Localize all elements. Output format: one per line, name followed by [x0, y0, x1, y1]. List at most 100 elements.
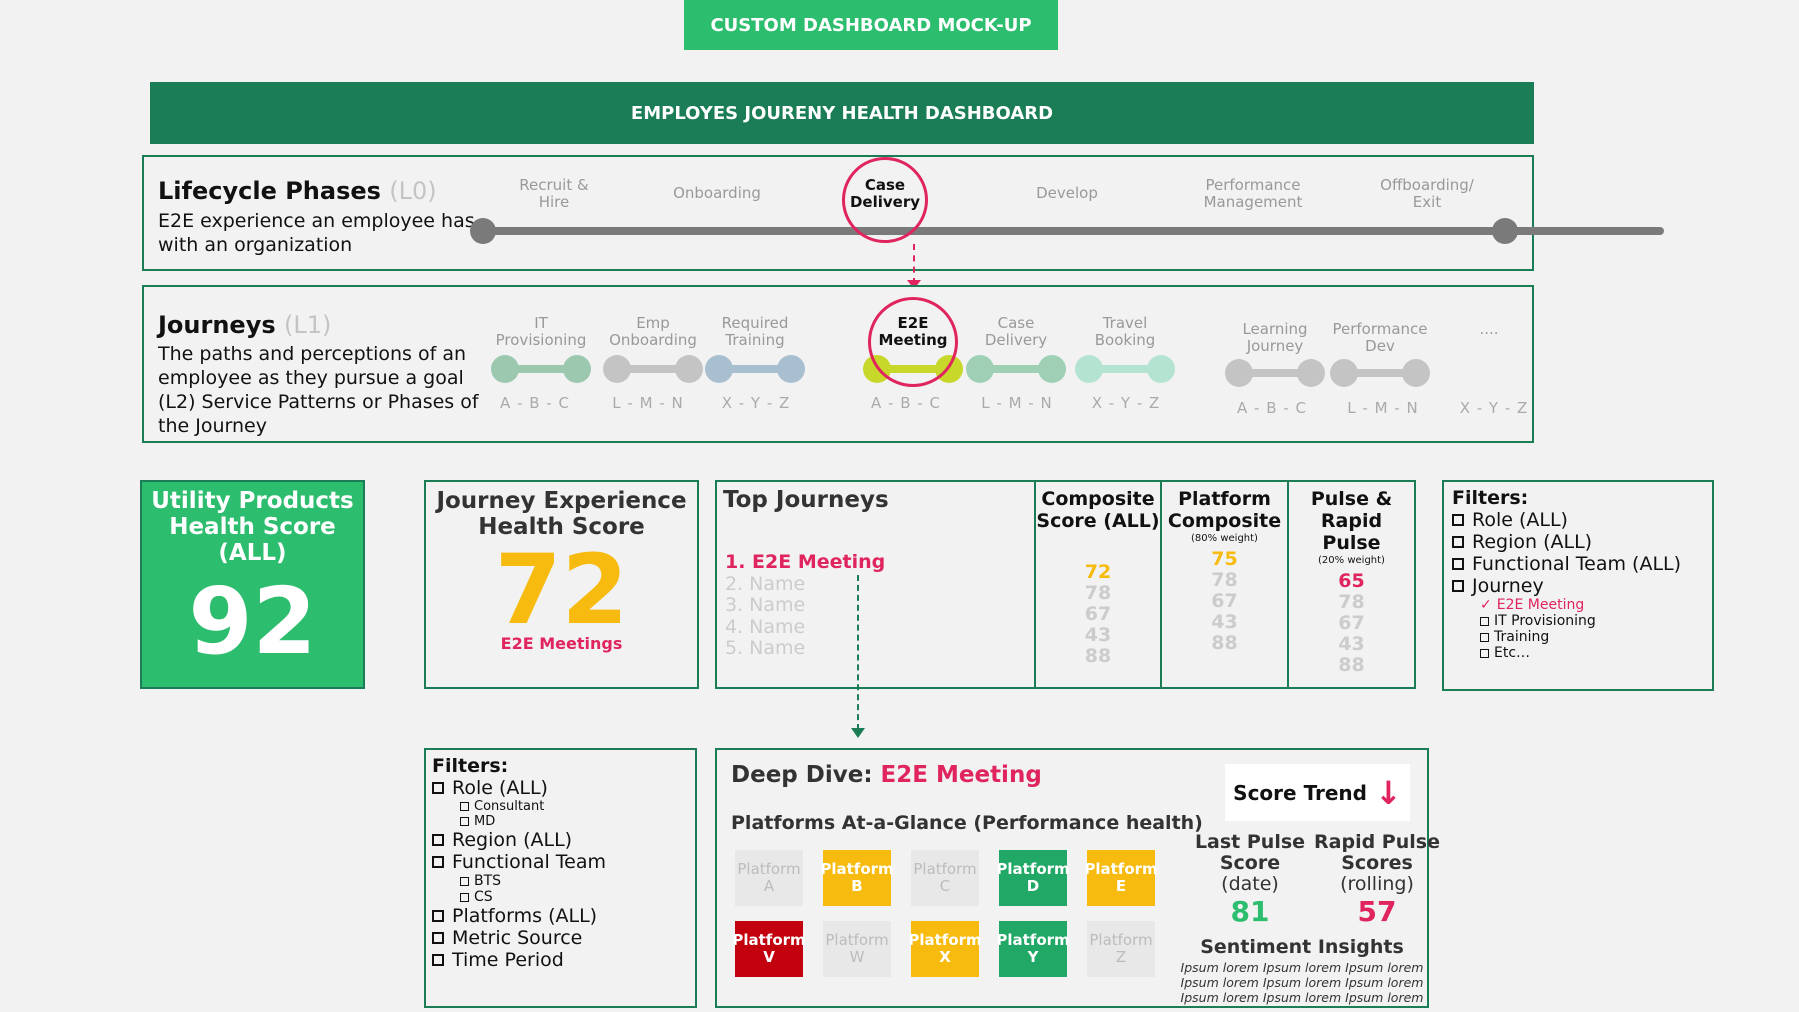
filter-role-consultant[interactable]: Consultant: [432, 799, 695, 814]
filter-metric-source[interactable]: Metric Source: [432, 927, 695, 949]
filter-functional-team[interactable]: Functional Team: [432, 851, 695, 873]
platform-tile[interactable]: Platform Y: [996, 921, 1070, 977]
filter-team-bts[interactable]: BTS: [432, 873, 695, 889]
checkbox-icon: [432, 910, 444, 922]
filters-panel-bottom: Filters: Role (ALL) Consultant MD Region…: [424, 748, 697, 1008]
filter-journey[interactable]: Journey: [1452, 575, 1712, 597]
journey-item[interactable]: Travel Booking: [1060, 315, 1190, 349]
filters-title: Filters:: [1452, 487, 1529, 509]
journey-connector: [1075, 355, 1175, 383]
lifecycle-phase[interactable]: Onboarding: [647, 185, 787, 202]
down-arrow-icon: ↓: [1375, 773, 1402, 812]
journey-codes: L - M - N: [612, 394, 684, 412]
lifecycle-phase[interactable]: Recruit & Hire: [484, 177, 624, 211]
journey-connector: [603, 355, 703, 383]
journey-item[interactable]: IT Provisioning: [476, 315, 606, 349]
filter-region[interactable]: Region (ALL): [1452, 531, 1712, 553]
top-journey-item[interactable]: 3. Name: [725, 594, 885, 617]
platform-tile[interactable]: Platform B: [820, 850, 894, 906]
journey-score: 72: [494, 534, 629, 646]
journey-item[interactable]: Required Training: [690, 315, 820, 349]
lifecycle-phase[interactable]: Performance Management: [1183, 177, 1323, 211]
filter-role[interactable]: Role (ALL): [432, 777, 695, 799]
top-journeys-title: Top Journeys: [723, 487, 889, 513]
journey-score-caption: E2E Meetings: [500, 634, 623, 653]
platform-tile[interactable]: Platform D: [996, 850, 1070, 906]
checkbox-icon: [1452, 536, 1464, 548]
checkbox-icon: [460, 817, 469, 826]
checkbox-icon: [1452, 580, 1464, 592]
phase-connector: [913, 244, 915, 284]
lifecycle-track: [474, 227, 1664, 235]
checkbox-icon: [432, 856, 444, 868]
checkbox-icon: [460, 876, 469, 886]
checkbox-icon: [1452, 558, 1464, 570]
journeys-title: Journeys (L1): [158, 311, 332, 339]
platform-tile[interactable]: Platform V: [732, 921, 806, 977]
pulse-column: Pulse & Rapid Pulse (20% weight) 65 78 67 43 8…: [1310, 488, 1393, 676]
filter-role-md[interactable]: MD: [432, 814, 695, 829]
selected-journey-ring: [868, 297, 958, 387]
platforms-subtitle: Platforms At-a-Glance (Performance healt…: [731, 812, 1203, 834]
platform-tile[interactable]: Platform E: [1084, 850, 1158, 906]
lifecycle-end-dot: [1492, 218, 1518, 244]
deep-dive-panel: Deep Dive: E2E Meeting Platforms At-a-Gl…: [715, 748, 1440, 1008]
journey-connector: [1330, 359, 1430, 387]
checkbox-icon: [1480, 632, 1489, 642]
sentiment-text: Ipsum lorem Ipsum lorem Ipsum lorem Ipsum…: [1180, 960, 1424, 1005]
journeys-panel: Journeys (L1) The paths and perceptions …: [142, 285, 1534, 443]
filters-panel-top: Filters: Role (ALL) Region (ALL) Functio…: [1442, 480, 1714, 691]
filter-role[interactable]: Role (ALL): [1452, 509, 1712, 531]
filter-journey-etc[interactable]: Etc…: [1452, 645, 1712, 661]
composite-column: Composite Score (ALL) 72 78 67 43 88: [1036, 482, 1162, 687]
filter-team-cs[interactable]: CS: [432, 889, 695, 905]
platform-tile[interactable]: Platform A: [735, 850, 803, 906]
checkbox-icon: [432, 954, 444, 966]
utility-score: 92: [188, 568, 317, 675]
journey-connector: [1225, 359, 1325, 387]
checkbox-icon: [460, 802, 469, 811]
filter-region[interactable]: Region (ALL): [432, 829, 695, 851]
journey-codes: X - Y - Z: [1091, 394, 1161, 412]
score-trend-box[interactable]: Score Trend ↓: [1225, 764, 1410, 821]
deep-dive-connector: [857, 575, 859, 730]
lifecycle-start-dot: [470, 218, 496, 244]
filter-platforms[interactable]: Platforms (ALL): [432, 905, 695, 927]
lifecycle-phase[interactable]: Develop: [997, 185, 1137, 202]
top-journey-item[interactable]: 4. Name: [725, 616, 885, 639]
top-journeys-list: 1. E2E Meeting 2. Name 3. Name 4. Name 5…: [725, 551, 885, 660]
checkbox-icon: [432, 932, 444, 944]
platform-tile[interactable]: Platform C: [911, 850, 979, 906]
deep-dive-title: Deep Dive: E2E Meeting: [731, 762, 1042, 788]
top-journey-item[interactable]: 1. E2E Meeting: [725, 551, 885, 574]
filter-journey-training[interactable]: Training: [1452, 629, 1712, 645]
filter-time-period[interactable]: Time Period: [432, 949, 695, 971]
journey-connector: [705, 355, 805, 383]
top-journey-item[interactable]: 2. Name: [725, 573, 885, 596]
checkmark-icon: ✓: [1480, 597, 1492, 613]
journey-codes: A - B - C: [1237, 399, 1307, 417]
checkbox-icon: [460, 892, 469, 902]
filter-journey-e2e[interactable]: ✓ E2E Meeting: [1452, 597, 1712, 613]
filter-functional-team[interactable]: Functional Team (ALL): [1452, 553, 1712, 575]
filter-journey-it[interactable]: IT Provisioning: [1452, 613, 1712, 629]
utility-health-card: Utility Products Health Score (ALL) 92: [140, 480, 365, 689]
checkbox-icon: [1452, 514, 1464, 526]
down-arrow-icon: [851, 728, 865, 738]
checkbox-icon: [432, 834, 444, 846]
top-journey-item[interactable]: 5. Name: [725, 637, 885, 660]
mockup-banner: CUSTOM DASHBOARD MOCK-UP: [684, 0, 1058, 50]
journey-item[interactable]: ....: [1424, 321, 1554, 338]
journey-connector: [966, 355, 1066, 383]
platform-tile[interactable]: Platform W: [823, 921, 891, 977]
lifecycle-panel: Lifecycle Phases (L0) E2E experience an …: [142, 155, 1664, 271]
lifecycle-phase[interactable]: Offboarding/Exit: [1357, 177, 1497, 211]
last-pulse: Last Pulse Score (date) 81: [1194, 831, 1306, 929]
rapid-pulse: Rapid Pulse Scores (rolling) 57: [1314, 831, 1440, 929]
journey-connector: [491, 355, 591, 383]
journey-codes: X - Y - Z: [721, 394, 791, 412]
platform-tile[interactable]: Platform X: [908, 921, 982, 977]
journeys-desc: The paths and perceptions of an employee …: [158, 343, 479, 437]
platform-composite-column: Platform Composite (80% weight) 75 78 67 43 88: [1162, 482, 1289, 687]
platform-tile[interactable]: Platform Z: [1087, 921, 1155, 977]
